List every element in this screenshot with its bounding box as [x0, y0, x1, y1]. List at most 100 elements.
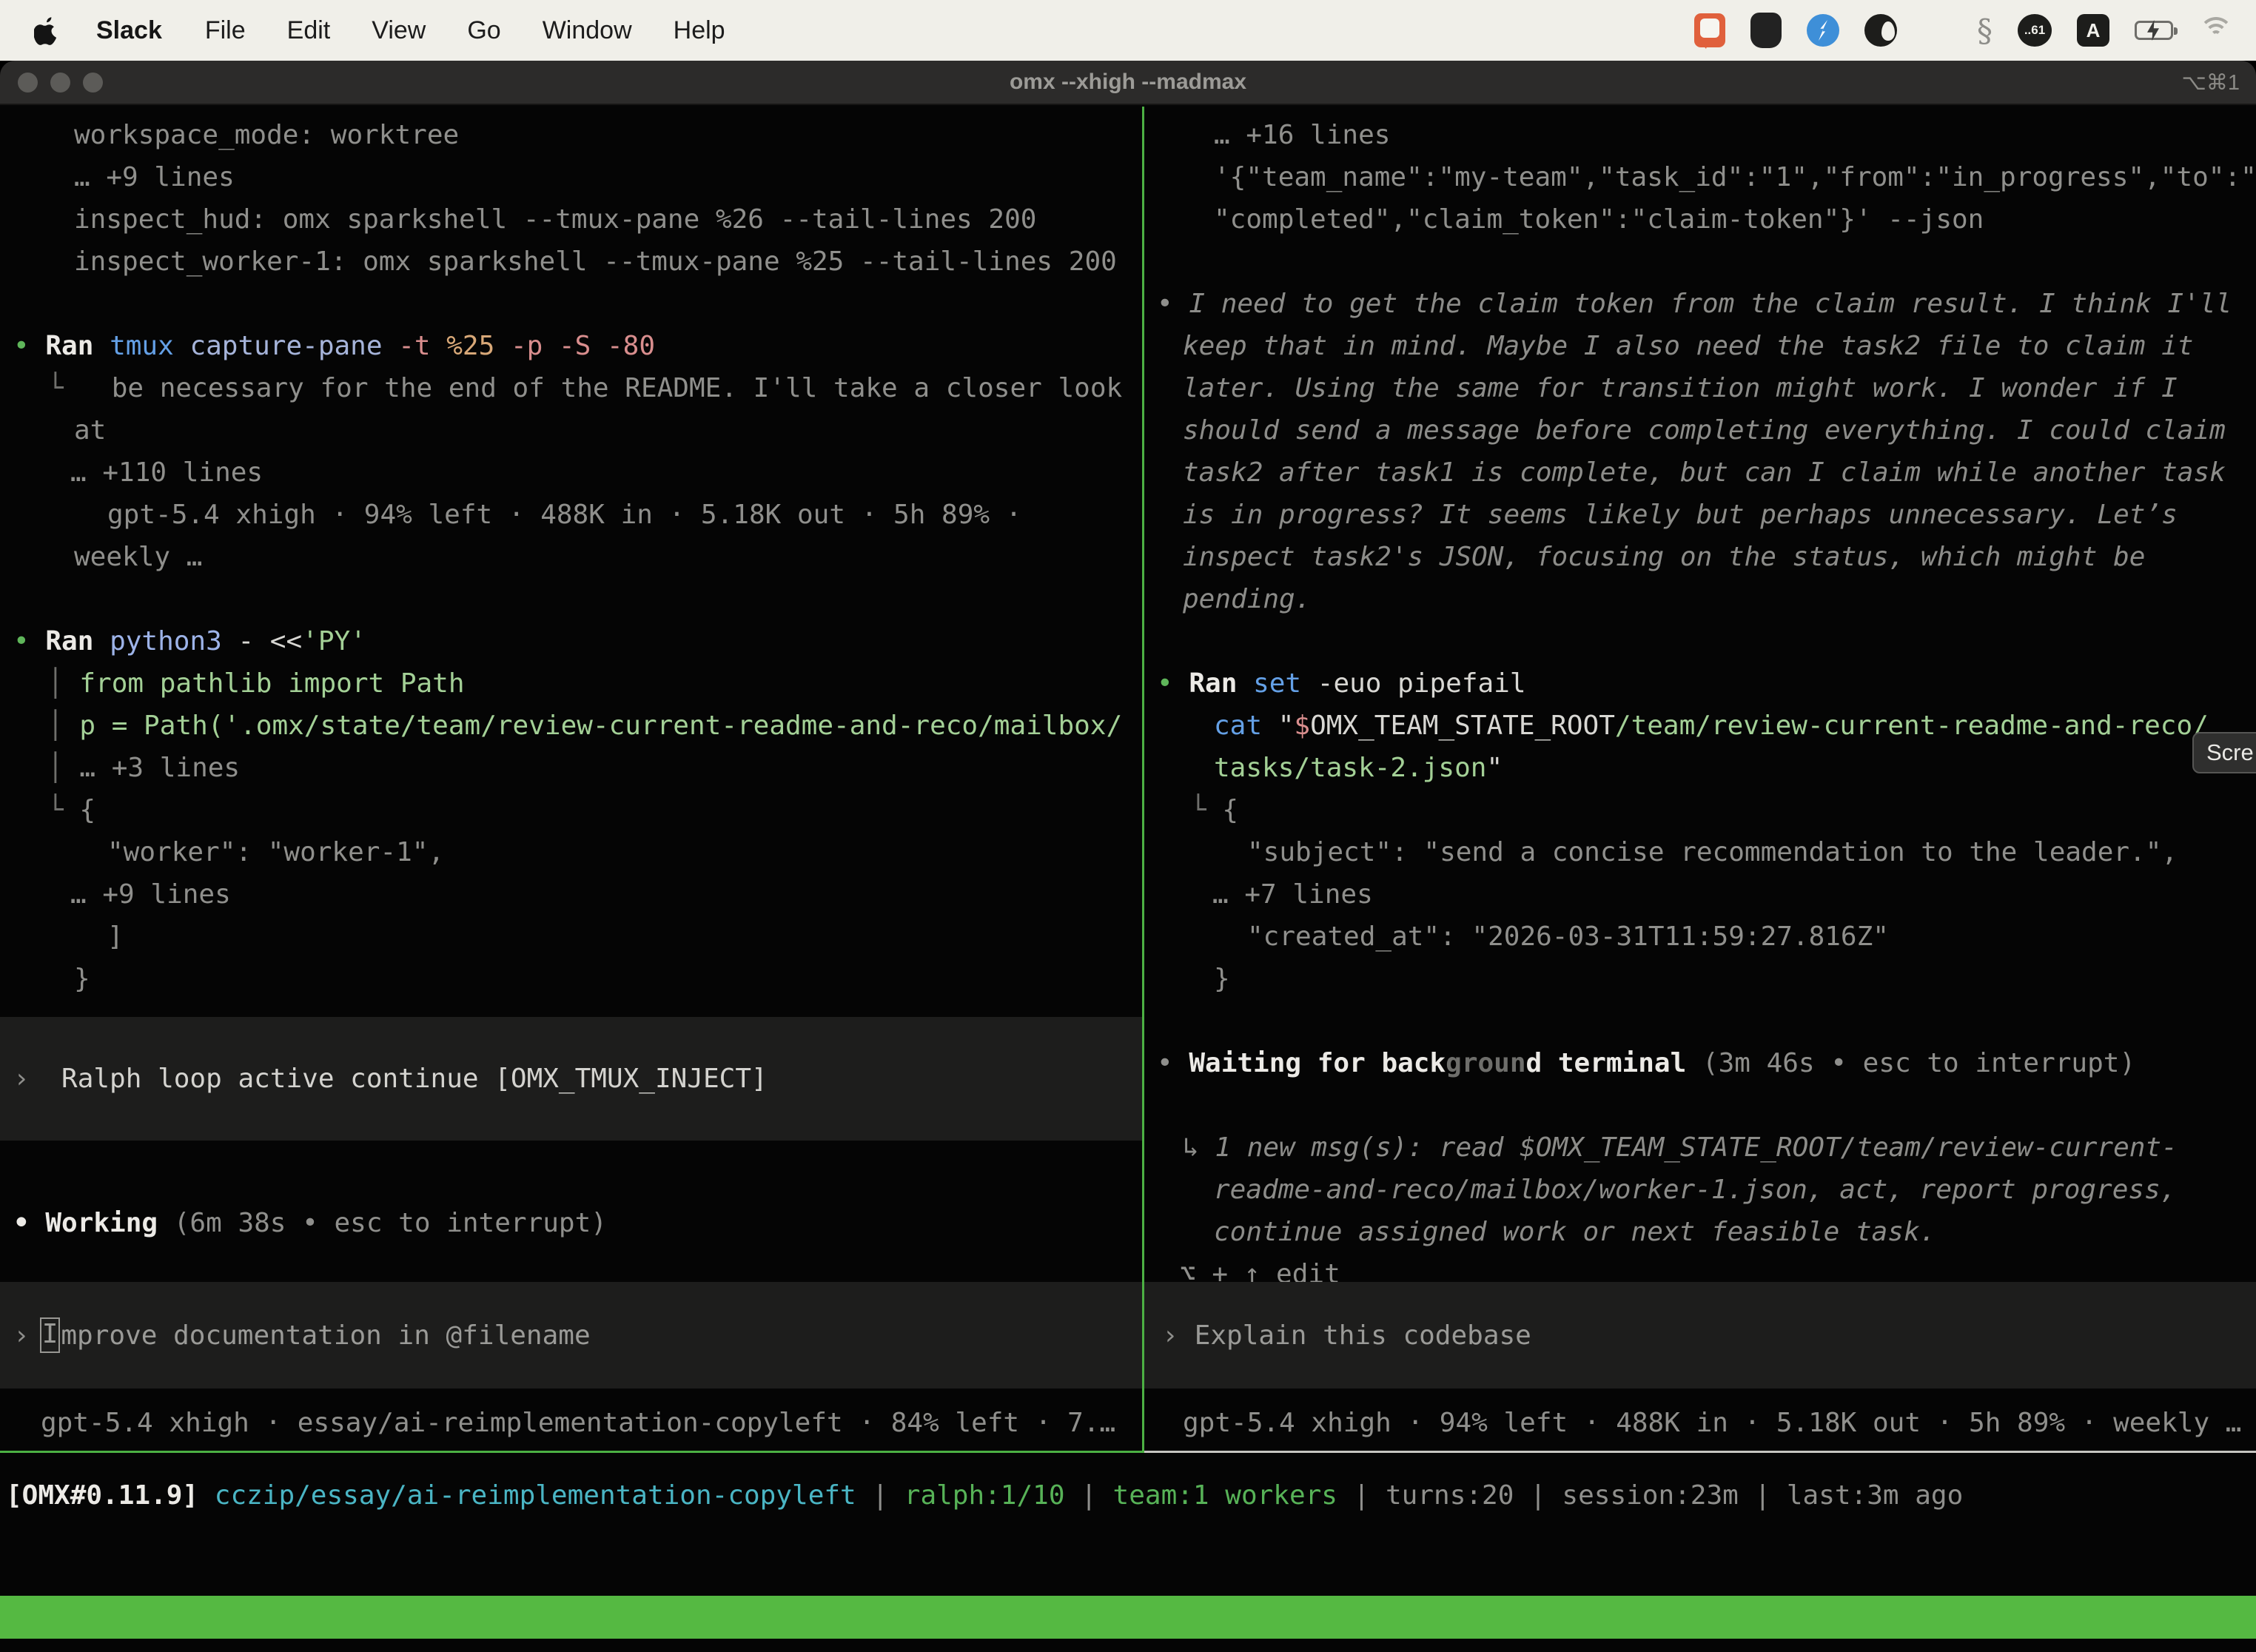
menu-file[interactable]: File — [205, 16, 246, 45]
menu-help[interactable]: Help — [674, 16, 725, 45]
right-status-line: gpt-5.4 xhigh · 94% left · 488K in · 5.1… — [1144, 1402, 2256, 1444]
terminal-content: workspace_mode: worktree … +9 lines inspec… — [0, 107, 2256, 1652]
terminal-text: keep that in mind. Maybe I also need the… — [1183, 331, 2193, 361]
left-prompt-input[interactable]: ›Improve documentation in @filename — [0, 1282, 1142, 1389]
apple-menu-icon[interactable] — [34, 14, 64, 47]
terminal-line: task2 after task1 is complete, but can I… — [1144, 451, 2256, 494]
terminal-line: is in progress? It seems likely but perh… — [1144, 494, 2256, 536]
terminal-text: tmux — [110, 331, 189, 361]
terminal-text: $ — [1294, 711, 1310, 741]
keyboard-layout-icon[interactable]: A — [2077, 14, 2109, 47]
badge-61-icon[interactable]: ..61 — [2018, 14, 2052, 47]
blank-space — [0, 578, 1142, 620]
terminal-text: { — [1222, 795, 1238, 825]
terminal-text: continue assigned work or next feasible … — [1214, 1217, 1936, 1247]
text-cursor: I — [40, 1317, 61, 1353]
terminal-text: -t — [398, 331, 446, 361]
terminal-text: be necessary for the end of the README. … — [64, 373, 1122, 403]
terminal-text: 'PY' — [302, 626, 366, 657]
terminal-line: • Ran tmux capture-pane -t %25 -p -S -80 — [0, 325, 1142, 367]
right-input-text: Explain this codebase — [1178, 1320, 1531, 1351]
terminal-line: • Ran set -euo pipefail — [1144, 662, 2256, 705]
blue-badge-icon[interactable] — [1807, 14, 1839, 47]
terminal-text: gpt-5.4 xhigh · 94% left · 488K in · 5.1… — [107, 500, 1021, 530]
terminal-text: › — [13, 1064, 61, 1094]
left-status-line: gpt-5.4 xhigh · essay/ai-reimplementatio… — [0, 1402, 1142, 1444]
terminal-text: • — [1157, 668, 1189, 699]
terminal-line: … +9 lines — [0, 873, 1142, 916]
terminal-line: inspect_hud: omx sparkshell --tmux-pane … — [0, 198, 1142, 241]
terminal-line: '{"team_name":"my-team","task_id":"1","f… — [1144, 156, 2256, 198]
terminal-text: p = Path('.omx/state/team/review-current… — [79, 711, 1122, 741]
terminal-line: … +110 lines — [0, 451, 1142, 494]
dots-grid-icon[interactable] — [1922, 16, 1952, 45]
battery-charging-icon[interactable] — [2135, 21, 2173, 40]
wifi-icon[interactable] — [2198, 17, 2234, 44]
terminal-line: └ be necessary for the end of the README… — [0, 367, 1142, 409]
tmux-status-bar: [omx-cczip0:bash* "MacBook-Pro-44.local"… — [0, 1596, 2256, 1639]
screen-recording-icon[interactable] — [1694, 13, 1725, 47]
right-prompt-input[interactable]: ›Explain this codebase — [1144, 1282, 2256, 1389]
terminal-text: └ — [1190, 795, 1222, 825]
terminal-text: task2 after task1 is complete, but can I… — [1183, 457, 2226, 488]
terminal-line: tasks/task-2.json" — [1144, 747, 2256, 789]
left-pane[interactable]: workspace_mode: worktree … +9 lines inspec… — [0, 107, 1142, 1451]
terminal-line: later. Using the same for transition mig… — [1144, 367, 2256, 409]
terminal-line: should send a message before completing … — [1144, 409, 2256, 451]
terminal-text: • — [1157, 289, 1189, 319]
terminal-line: inspect task2's JSON, focusing on the st… — [1144, 536, 2256, 578]
terminal-text: from pathlib import Path — [79, 668, 464, 699]
terminal-text: is in progress? It seems likely but perh… — [1183, 500, 2178, 530]
terminal-text: capture-pane — [189, 331, 398, 361]
terminal-text: at — [74, 415, 106, 446]
terminal-text: OMX_TEAM_STATE_ROOT — [1310, 711, 1615, 741]
terminal-text: Ran — [45, 331, 110, 361]
terminal-line: "worker": "worker-1", — [0, 831, 1142, 873]
terminal-text: cat — [1214, 711, 1278, 741]
menu-edit[interactable]: Edit — [287, 16, 331, 45]
terminal-text: workspace_mode: worktree — [74, 120, 459, 150]
terminal-text: Ran — [45, 626, 110, 657]
pane-divider[interactable] — [1142, 107, 1144, 1453]
terminal-text: │ — [47, 668, 79, 699]
active-app-menu[interactable]: Slack — [96, 16, 162, 45]
right-pane-border — [1144, 1451, 2256, 1453]
window-title-bar[interactable]: omx --xhigh --madmax ⌥⌘1 — [0, 61, 2256, 105]
left-prompt-chevron: › — [13, 1320, 30, 1351]
terminal-text: later. Using the same for transition mig… — [1183, 373, 2178, 403]
terminal-text: Ran — [1189, 668, 1253, 699]
shield-grid-icon[interactable] — [1750, 13, 1782, 48]
terminal-line: } — [0, 958, 1142, 1000]
working-status-line: • Working (6m 38s • esc to interrupt) — [0, 1202, 1142, 1244]
terminal-text: " — [1278, 711, 1295, 741]
terminal-text: should send a message before completing … — [1183, 415, 2226, 446]
terminal-text: tasks/task-2.json — [1214, 753, 1486, 783]
terminal-text: d terminal — [1526, 1048, 1702, 1078]
omx-status-segment: [OMX#0.11.9] — [6, 1480, 215, 1511]
waiting-status-line: • Waiting for background terminal (3m 46… — [1144, 1042, 2256, 1084]
terminal-line: … +7 lines — [1144, 873, 2256, 916]
menu-window[interactable]: Window — [543, 16, 632, 45]
right-pane[interactable]: … +16 lines'{"team_name":"my-team","task… — [1144, 107, 2256, 1451]
terminal-text: • — [13, 626, 45, 657]
terminal-text: " — [1486, 753, 1503, 783]
terminal-line: │ … +3 lines — [0, 747, 1142, 789]
terminal-line: } — [1144, 958, 2256, 1000]
terminal-text: (3m 46s • esc to interrupt) — [1702, 1048, 2135, 1078]
terminal-text: … +3 lines — [79, 753, 240, 783]
terminal-text: │ — [47, 753, 79, 783]
terminal-text: • Working — [13, 1208, 174, 1238]
omx-status-segment: | — [872, 1480, 904, 1511]
ralph-loop-band: › Ralph loop active continue [OMX_TMUX_I… — [0, 1017, 1142, 1141]
pie-chart-icon[interactable] — [1864, 14, 1897, 47]
terminal-line: gpt-5.4 xhigh · 94% left · 488K in · 5.1… — [0, 494, 1142, 536]
terminal-text: } — [74, 964, 90, 994]
squiggle-icon[interactable]: § — [1977, 13, 1993, 49]
menu-view[interactable]: View — [372, 16, 426, 45]
omx-status-bar: [OMX#0.11.9] cczip/essay/ai-reimplementa… — [0, 1474, 2256, 1517]
blank-space — [1144, 1000, 2256, 1042]
terminal-text: … +110 lines — [70, 457, 263, 488]
terminal-line: pending. — [1144, 578, 2256, 620]
omx-status-segment: ralph:1/10 — [904, 1480, 1081, 1511]
menu-go[interactable]: Go — [467, 16, 500, 45]
